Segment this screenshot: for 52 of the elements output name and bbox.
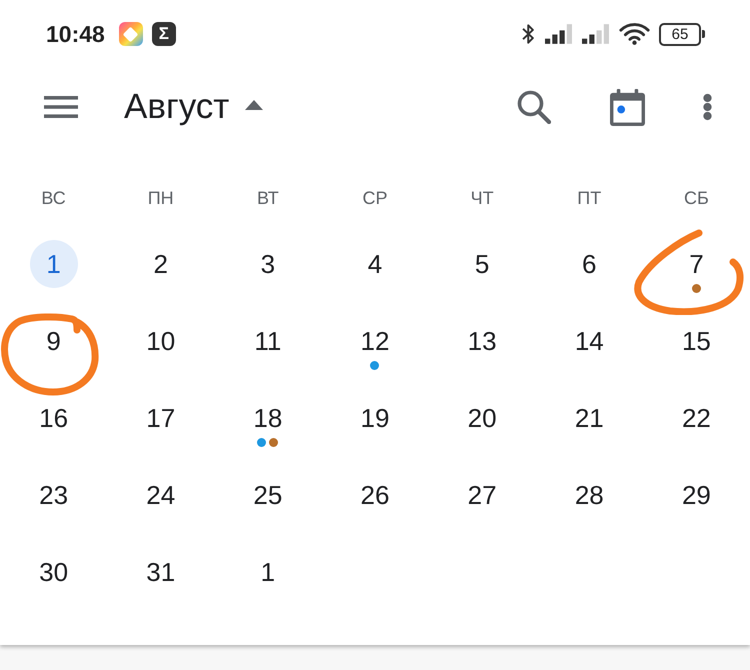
bluetooth-icon bbox=[522, 24, 534, 44]
day-number[interactable]: 18 bbox=[253, 398, 282, 438]
signal-icon bbox=[545, 24, 572, 44]
day-number[interactable]: 4 bbox=[368, 244, 382, 284]
weekday-label: ЧТ bbox=[470, 188, 494, 208]
day-number[interactable]: 28 bbox=[574, 475, 604, 515]
day-number[interactable]: 1 bbox=[30, 240, 78, 288]
signal-icon bbox=[582, 24, 609, 44]
more-options-icon[interactable] bbox=[703, 93, 712, 121]
weekday-label: ПТ bbox=[577, 188, 602, 208]
app-icon bbox=[118, 22, 143, 46]
day-number[interactable]: 30 bbox=[39, 552, 68, 592]
wifi-icon bbox=[619, 23, 650, 45]
day-number[interactable]: 5 bbox=[474, 244, 490, 284]
day-number[interactable]: 22 bbox=[682, 398, 711, 438]
day-number[interactable]: 29 bbox=[682, 475, 711, 515]
day-number[interactable]: 26 bbox=[360, 475, 390, 515]
day-number[interactable]: 14 bbox=[574, 321, 604, 361]
day-number[interactable]: 21 bbox=[574, 398, 604, 438]
day-number[interactable]: 24 bbox=[146, 475, 176, 515]
weekday-label: ПН bbox=[148, 188, 174, 208]
day-number[interactable]: 27 bbox=[468, 475, 497, 515]
day-number[interactable]: 6 bbox=[582, 244, 596, 284]
day-number[interactable]: 12 bbox=[360, 321, 390, 361]
day-number[interactable]: 19 bbox=[360, 398, 390, 438]
battery-percentage: 65 bbox=[672, 26, 688, 42]
month-selector[interactable]: Август bbox=[124, 87, 264, 127]
caret-icon bbox=[245, 100, 264, 110]
day-number[interactable]: 25 bbox=[253, 475, 282, 515]
day-number[interactable]: 11 bbox=[254, 321, 282, 361]
day-number[interactable]: 17 bbox=[146, 398, 176, 438]
weekday-label: СР bbox=[362, 188, 388, 208]
day-number[interactable]: 1 bbox=[260, 552, 276, 592]
day-number[interactable]: 31 bbox=[146, 552, 176, 592]
weekday-label: ВС bbox=[41, 188, 66, 208]
day-number[interactable]: 2 bbox=[153, 244, 168, 284]
app-icon: Σ bbox=[152, 22, 176, 46]
weekday-label: СБ bbox=[684, 188, 709, 208]
calendar-icon[interactable] bbox=[610, 88, 645, 126]
day-number[interactable]: 23 bbox=[39, 475, 68, 515]
day-number[interactable]: 13 bbox=[468, 321, 497, 361]
clock-time: 10:48 bbox=[46, 20, 105, 48]
weekday-label: ВТ bbox=[256, 188, 279, 208]
search-icon[interactable] bbox=[517, 90, 551, 124]
day-number[interactable]: 20 bbox=[468, 398, 497, 438]
day-number[interactable]: 7 bbox=[689, 244, 704, 284]
menu-icon[interactable] bbox=[44, 96, 78, 118]
day-number[interactable]: 15 bbox=[682, 321, 711, 361]
day-number[interactable]: 9 bbox=[46, 321, 61, 361]
day-number[interactable]: 3 bbox=[260, 244, 276, 284]
day-number[interactable]: 16 bbox=[39, 398, 68, 438]
day-number[interactable]: 10 bbox=[146, 321, 176, 361]
